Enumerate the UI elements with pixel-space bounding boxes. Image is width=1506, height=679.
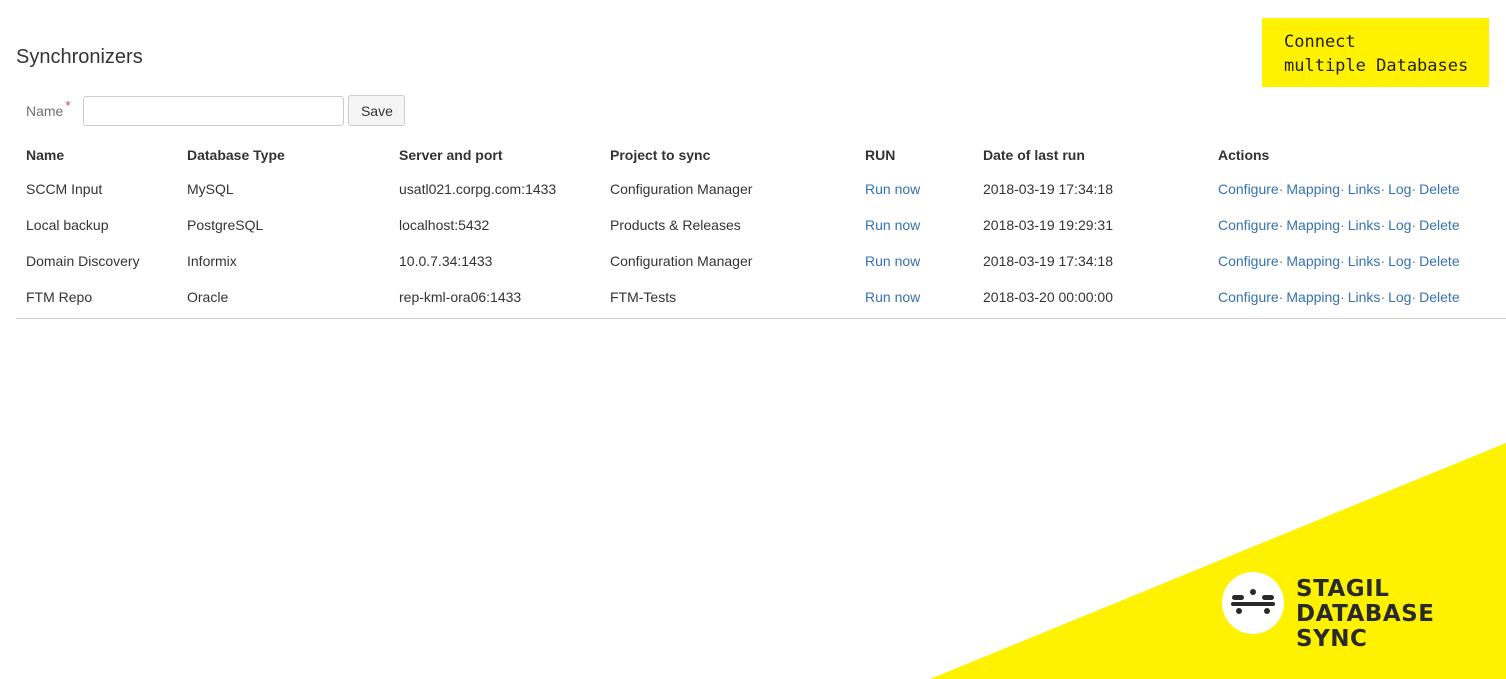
configure-link[interactable]: Configure [1218, 181, 1279, 197]
brand-line-2: DATABASE [1296, 601, 1435, 627]
cell-name: Local backup [26, 217, 109, 233]
brand-wordmark: STAGIL DATABASE SYNC [1296, 577, 1434, 652]
cell-db-type: MySQL [187, 181, 234, 197]
promo-line-2: multiple Databases [1284, 56, 1469, 76]
header-last-run: Date of last run [983, 146, 1085, 163]
cell-last-run: 2018-03-19 17:34:18 [983, 181, 1113, 197]
cell-server: localhost:5432 [399, 217, 490, 233]
delete-link[interactable]: Delete [1419, 253, 1459, 269]
log-link[interactable]: Log [1388, 181, 1411, 197]
separator: · [1380, 217, 1386, 233]
separator: · [1340, 253, 1345, 269]
synchronizers-table: Name Database Type Server and port Proje… [16, 138, 1506, 319]
cell-actions: Configure· Mapping· Links· Log· Delete [1208, 207, 1506, 243]
links-link[interactable]: Links [1348, 289, 1381, 305]
delete-link[interactable]: Delete [1419, 181, 1459, 197]
name-input[interactable] [83, 95, 345, 126]
cell-name: FTM Repo [16, 279, 177, 319]
cell-actions: Configure· Mapping· Links· Log· Delete [1208, 171, 1506, 207]
cell-project: FTM-Tests [600, 279, 855, 319]
cell-server: usatl021.corpg.com:1433 [399, 181, 557, 197]
separator: · [1411, 288, 1417, 305]
table-row: Local backup PostgreSQL localhost:5432 P… [16, 207, 1506, 243]
table-row: SCCM Input MySQL usatl021.corpg.com:1433… [16, 171, 1506, 207]
table-row: Domain Discovery Informix 10.0.7.34:1433… [16, 243, 1506, 279]
cell-name: SCCM Input [26, 181, 103, 197]
header-database-type: Database Type [187, 146, 285, 163]
links-link[interactable]: Links [1348, 217, 1381, 233]
separator: · [1411, 217, 1417, 233]
cell-project: Configuration Manager [610, 181, 753, 197]
cell-db-type: Informix [187, 253, 237, 269]
separator: · [1380, 288, 1386, 305]
separator: · [1278, 217, 1284, 233]
cell-last-run: 2018-03-19 19:29:31 [983, 217, 1113, 233]
separator: · [1278, 288, 1284, 305]
save-button[interactable]: Save [348, 95, 406, 126]
cell-last-run: 2018-03-19 17:34:18 [983, 253, 1113, 269]
header-server-port: Server and port [399, 146, 503, 163]
separator: · [1411, 253, 1417, 269]
mapping-link[interactable]: Mapping [1286, 217, 1340, 233]
configure-link[interactable]: Configure [1218, 253, 1279, 269]
separator: · [1340, 217, 1345, 233]
cell-run: Run now [855, 207, 973, 243]
brand-line-1: STAGIL [1296, 576, 1390, 602]
run-now-link[interactable]: Run now [865, 181, 920, 197]
page: Synchronizers Connect multiple Databases… [0, 0, 1506, 679]
cell-name: Domain Discovery [26, 253, 140, 269]
header-name: Name [26, 146, 65, 163]
cell-server: 10.0.7.34:1433 [399, 253, 493, 269]
cell-project: Products & Releases [610, 217, 741, 233]
page-title: Synchronizers [16, 46, 143, 68]
run-now-link[interactable]: Run now [865, 289, 920, 305]
separator: · [1340, 288, 1345, 305]
run-now-link[interactable]: Run now [865, 217, 920, 233]
separator: · [1278, 253, 1284, 269]
cell-actions: Configure· Mapping· Links· Log· Delete [1208, 243, 1506, 279]
delete-link[interactable]: Delete [1419, 217, 1459, 233]
table-row: FTM Repo Oracle rep-kml-ora06:1433 FTM-T… [16, 279, 1506, 319]
cell-project: Configuration Manager [610, 253, 753, 269]
cell-db-type: PostgreSQL [187, 217, 264, 233]
mapping-link[interactable]: Mapping [1286, 253, 1340, 269]
configure-link[interactable]: Configure [1218, 289, 1279, 305]
delete-link[interactable]: Delete [1419, 289, 1459, 305]
separator: · [1340, 181, 1345, 197]
name-label: Name * [26, 97, 71, 119]
links-link[interactable]: Links [1348, 181, 1381, 197]
separator: · [1411, 181, 1417, 197]
log-link[interactable]: Log [1388, 253, 1411, 269]
run-now-link[interactable]: Run now [865, 253, 920, 269]
log-link[interactable]: Log [1388, 289, 1411, 305]
cell-last-run: 2018-03-20 00:00:00 [973, 279, 1208, 319]
cell-run: Run now [855, 171, 973, 207]
configure-link[interactable]: Configure [1218, 217, 1279, 233]
cell-db-type: Oracle [177, 279, 389, 319]
cell-server: rep-kml-ora06:1433 [389, 279, 600, 319]
separator: · [1380, 253, 1386, 269]
log-link[interactable]: Log [1388, 217, 1411, 233]
required-mark: * [65, 97, 71, 113]
mapping-link[interactable]: Mapping [1286, 289, 1340, 305]
header-run: RUN [865, 146, 896, 163]
mapping-link[interactable]: Mapping [1286, 181, 1340, 197]
header-project: Project to sync [610, 146, 711, 163]
links-link[interactable]: Links [1348, 253, 1381, 269]
cell-run: Run now [855, 243, 973, 279]
cell-run: Run now [855, 279, 973, 319]
promo-line-1: Connect [1284, 32, 1356, 52]
table-header-row: Name Database Type Server and port Proje… [16, 138, 1506, 171]
database-link-icon [1222, 572, 1284, 634]
brand-line-3: SYNC [1296, 626, 1368, 652]
cell-actions: Configure· Mapping· Links· Log· Delete [1208, 279, 1506, 319]
separator: · [1278, 181, 1284, 197]
promo-badge: Connect multiple Databases [1262, 18, 1489, 87]
separator: · [1380, 181, 1386, 197]
name-form: Name * Save [26, 95, 406, 126]
header-actions: Actions [1218, 146, 1270, 163]
